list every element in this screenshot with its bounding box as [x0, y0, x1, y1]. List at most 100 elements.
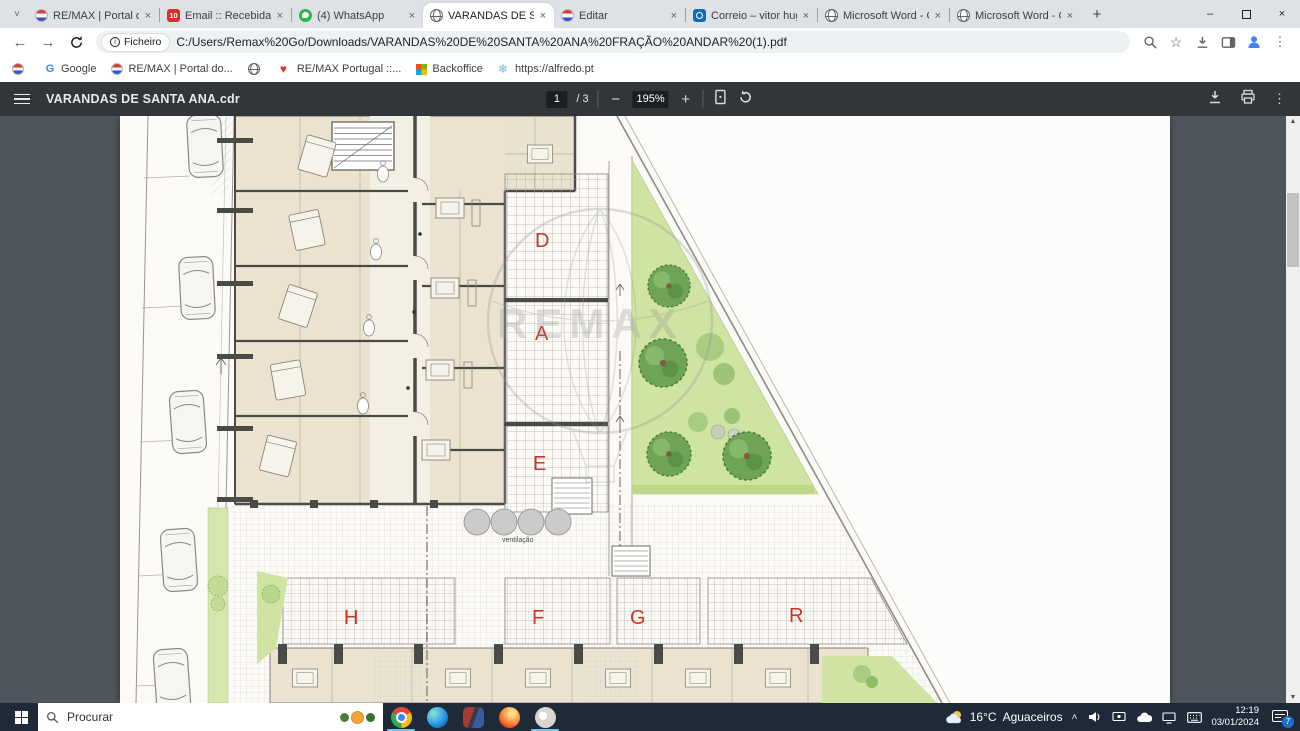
- tab-search-chevron-icon[interactable]: ˅: [6, 3, 28, 25]
- scroll-down-icon[interactable]: ▼: [1286, 694, 1300, 701]
- bookmark-remax-portal[interactable]: RE/MAX | Portal do...: [111, 63, 232, 75]
- scrollbar-thumb[interactable]: [1287, 193, 1299, 267]
- floor-plan-svg: D A E: [120, 116, 1170, 703]
- bookmark-alfredo[interactable]: ❄ https://alfredo.pt: [498, 63, 594, 75]
- bookmark-google[interactable]: G Google: [44, 63, 96, 75]
- close-icon[interactable]: ×: [802, 10, 810, 22]
- close-icon[interactable]: ×: [670, 10, 678, 22]
- start-button[interactable]: [4, 703, 38, 731]
- close-icon[interactable]: ×: [144, 10, 152, 22]
- onedrive-icon[interactable]: [1136, 711, 1152, 723]
- bookmark-remax[interactable]: [12, 63, 29, 75]
- url-text: C:/Users/Remax%20Go/Downloads/VARANDAS%2…: [176, 35, 1126, 49]
- rotate-button[interactable]: [738, 89, 754, 110]
- media-app-icon: [463, 707, 484, 728]
- edge-icon: [427, 707, 448, 728]
- taskbar-app-firefox[interactable]: [491, 703, 527, 731]
- tab-email[interactable]: 10 Email :: Recebidas ×: [160, 3, 291, 28]
- taskbar-app-chrome[interactable]: [383, 703, 419, 731]
- tab-remax-portal[interactable]: RE/MAX | Portal do Agen ×: [28, 3, 159, 28]
- car: [169, 390, 207, 454]
- network-icon[interactable]: [1161, 710, 1177, 724]
- tab-title: Email :: Recebidas: [185, 10, 271, 22]
- tab-strip: ˅ RE/MAX | Portal do Agen × 10 Email :: …: [0, 0, 1300, 28]
- speaker-icon[interactable]: [1086, 710, 1102, 724]
- page-total-label: / 3: [576, 93, 588, 105]
- action-center-button[interactable]: 7: [1272, 709, 1290, 725]
- scroll-up-icon[interactable]: ▲: [1286, 118, 1300, 125]
- pdf-page-controls: 1 / 3 − 195% +: [546, 89, 753, 110]
- window-minimize-button[interactable]: –: [1192, 0, 1228, 28]
- profile-avatar[interactable]: [1242, 30, 1266, 54]
- close-icon[interactable]: ×: [276, 10, 284, 22]
- forward-button[interactable]: →: [36, 30, 60, 54]
- bookmark-backoffice[interactable]: Backoffice: [416, 63, 483, 75]
- car: [160, 528, 198, 592]
- new-tab-button[interactable]: +: [1085, 2, 1109, 26]
- taskbar-clock[interactable]: 12:19 03/01/2024: [1211, 705, 1259, 729]
- pdf-menu-button[interactable]: [14, 94, 30, 105]
- taskbar-app-edge[interactable]: [419, 703, 455, 731]
- search-highlight-doodle-icon[interactable]: [340, 711, 375, 724]
- side-panel-button[interactable]: [1216, 30, 1240, 54]
- search-icon: [46, 711, 59, 724]
- unit-letter-f: F: [532, 607, 544, 629]
- window-close-button[interactable]: ×: [1264, 0, 1300, 28]
- bookmark-globe[interactable]: [248, 63, 265, 75]
- back-button[interactable]: ←: [8, 30, 32, 54]
- weather-widget[interactable]: 16°C Aguaceiros: [946, 709, 1063, 725]
- tab-varandas-active[interactable]: VARANDAS DE SANTA AN ×: [423, 3, 554, 28]
- page-number-input[interactable]: 1: [546, 91, 567, 108]
- tab-editar[interactable]: Editar ×: [554, 3, 685, 28]
- vertical-scrollbar[interactable]: ▲ ▼: [1286, 116, 1300, 703]
- firefox-icon: [499, 707, 520, 728]
- zoom-level-input[interactable]: 195%: [633, 91, 669, 108]
- bookmark-label: Backoffice: [432, 63, 483, 75]
- snowflake-icon: ❄: [498, 63, 510, 75]
- close-icon[interactable]: ×: [1066, 10, 1074, 22]
- cast-icon[interactable]: [1111, 710, 1127, 724]
- bookmark-remax-portugal[interactable]: ♥ RE/MAX Portugal ::...: [280, 63, 402, 75]
- file-chip[interactable]: i Ficheiro: [102, 34, 169, 51]
- pdf-document-title: VARANDAS DE SANTA ANA.cdr: [46, 92, 240, 106]
- bookmark-label: Google: [61, 63, 96, 75]
- print-icon: [1240, 89, 1256, 105]
- touch-keyboard-icon[interactable]: [1186, 712, 1202, 723]
- close-icon[interactable]: ×: [408, 10, 416, 22]
- pdf-more-button[interactable]: ⋮: [1273, 91, 1286, 107]
- taskbar-search-input[interactable]: Procurar: [38, 703, 383, 731]
- window-maximize-button[interactable]: [1228, 0, 1264, 28]
- zoom-page-button[interactable]: [1138, 30, 1162, 54]
- tab-whatsapp[interactable]: (4) WhatsApp ×: [292, 3, 423, 28]
- rotate-icon: [738, 89, 754, 105]
- fit-page-button[interactable]: [713, 89, 729, 110]
- tab-word-caderno[interactable]: Microsoft Word - Cadern ×: [950, 3, 1081, 28]
- tab-correio[interactable]: Correio – vitor hugo fran ×: [686, 3, 817, 28]
- clock-date: 03/01/2024: [1211, 717, 1259, 729]
- window-controls: – ×: [1192, 0, 1300, 28]
- car: [153, 648, 191, 703]
- clock-time: 12:19: [1211, 705, 1259, 717]
- taskbar-app-media[interactable]: [455, 703, 491, 731]
- tab-word-cpcv[interactable]: Microsoft Word - CPCV - ×: [818, 3, 949, 28]
- zoom-in-button[interactable]: +: [678, 91, 694, 108]
- close-icon[interactable]: ×: [539, 10, 547, 22]
- browser-menu-button[interactable]: ⋮: [1268, 30, 1292, 54]
- avatar-icon: [1246, 34, 1262, 50]
- unit-letter-e: E: [533, 453, 546, 475]
- tray-chevron-icon[interactable]: ˄: [1072, 712, 1078, 723]
- bookmarks-bar: G Google RE/MAX | Portal do... ♥ RE/MAX …: [0, 56, 1300, 82]
- close-icon[interactable]: ×: [934, 10, 942, 22]
- search-placeholder: Procurar: [67, 710, 332, 724]
- address-bar[interactable]: i Ficheiro C:/Users/Remax%20Go/Downloads…: [96, 31, 1130, 53]
- bookmark-star-button[interactable]: ☆: [1164, 30, 1188, 54]
- paint-icon: [535, 707, 556, 728]
- taskbar-app-paint[interactable]: [527, 703, 563, 731]
- car: [186, 116, 223, 178]
- bush: [713, 363, 735, 385]
- pdf-print-button[interactable]: [1240, 89, 1256, 110]
- reload-button[interactable]: [64, 30, 88, 54]
- zoom-out-button[interactable]: −: [608, 91, 624, 108]
- downloads-button[interactable]: [1190, 30, 1214, 54]
- pdf-download-button[interactable]: [1207, 89, 1223, 110]
